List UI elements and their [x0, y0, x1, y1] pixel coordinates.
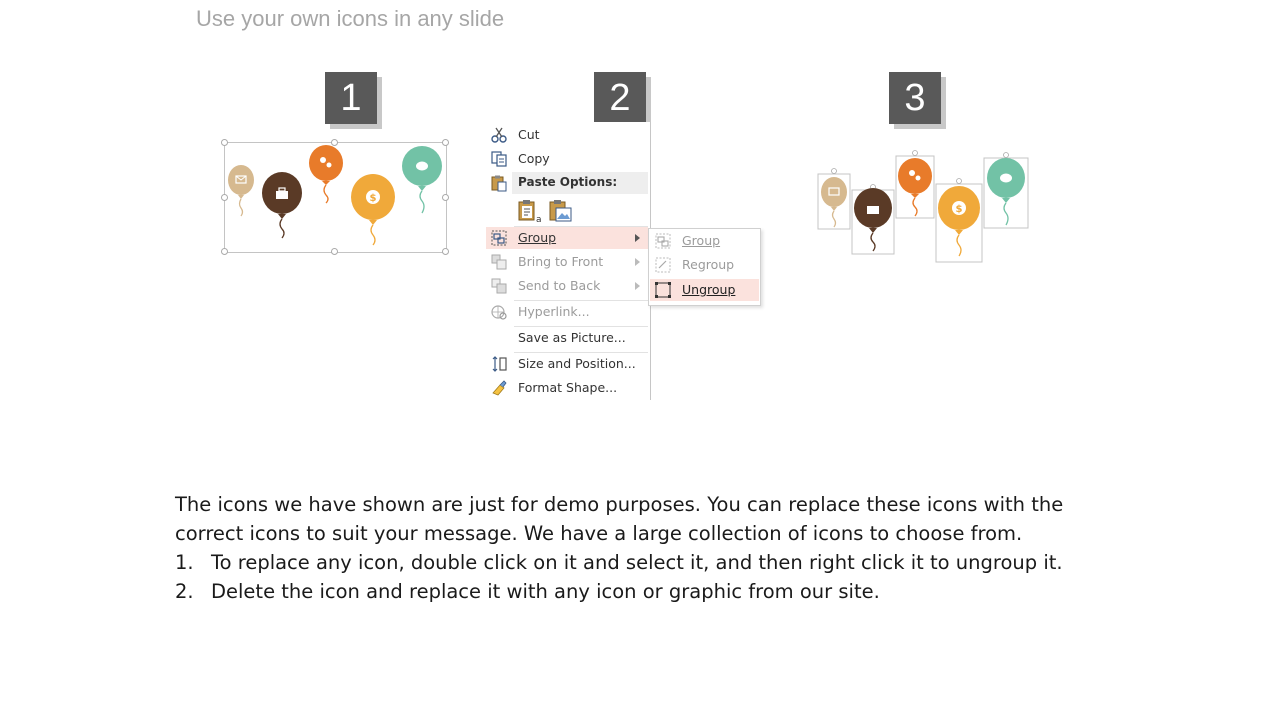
format-shape-icon [492, 380, 507, 396]
menu-item-format-shape[interactable]: Format Shape... [486, 377, 648, 399]
context-menu: Cut Copy Paste Options: a Group Bring to… [484, 122, 651, 400]
menu-item-size-and-position[interactable]: Size and Position... [486, 353, 648, 375]
submenu-arrow-icon [635, 234, 640, 242]
submenu-item-regroup[interactable]: Regroup [650, 254, 759, 276]
svg-text:$: $ [370, 193, 377, 204]
size-position-icon [492, 356, 507, 372]
menu-item-copy[interactable]: Copy [486, 148, 648, 170]
balloon-teal-brain[interactable] [987, 158, 1025, 226]
group-submenu: Group Regroup Ungroup [648, 228, 761, 306]
list-item: 2. Delete the icon and replace it with a… [175, 580, 880, 603]
svg-text:$: $ [956, 204, 963, 215]
paste-options-header: Paste Options: [512, 172, 648, 194]
menu-item-group[interactable]: Group [486, 227, 648, 249]
paste-keep-formatting-icon[interactable]: a [516, 198, 542, 224]
step-badge-1: 1 [325, 72, 377, 124]
menu-item-cut[interactable]: Cut [486, 124, 648, 146]
balloon-orange-gears[interactable] [898, 158, 932, 217]
balloon-group-3-ungrouped[interactable]: $ [812, 148, 1036, 268]
balloon-yellow-money[interactable]: $ [938, 186, 980, 257]
step-badge-2: 2 [594, 72, 646, 124]
balloon-beige-mail[interactable] [821, 177, 847, 228]
send-to-back-icon [491, 278, 507, 294]
balloon-brown-briefcase[interactable] [854, 188, 892, 252]
bring-to-front-icon [491, 254, 507, 270]
group-icon [655, 233, 671, 249]
regroup-icon [655, 257, 671, 273]
clipboard-icon [491, 175, 507, 192]
scissors-icon [491, 127, 507, 143]
copy-icon [491, 151, 507, 167]
balloon-group-1[interactable]: $ [220, 138, 452, 258]
svg-text:a: a [536, 215, 542, 224]
intro-paragraph: The icons we have shown are just for dem… [175, 493, 1064, 545]
submenu-arrow-icon [635, 282, 640, 290]
balloon-orange-gears[interactable] [309, 145, 343, 204]
balloon-yellow-money[interactable]: $ [351, 174, 395, 246]
slide-title: Use your own icons in any slide [196, 6, 505, 31]
paste-picture-icon[interactable] [548, 198, 574, 224]
ungroup-icon [655, 282, 671, 298]
instructions-text: The icons we have shown are just for dem… [175, 490, 1095, 606]
balloon-beige-mail[interactable] [228, 165, 254, 217]
balloon-teal-brain[interactable] [402, 146, 442, 214]
menu-item-save-as-picture[interactable]: Save as Picture... [486, 327, 648, 349]
menu-item-hyperlink[interactable]: Hyperlink... [486, 301, 648, 323]
submenu-item-group[interactable]: Group [650, 230, 759, 252]
submenu-arrow-icon [635, 258, 640, 266]
list-item: 1. To replace any icon, double click on … [175, 551, 1063, 574]
group-icon [491, 230, 507, 246]
submenu-item-ungroup[interactable]: Ungroup [650, 279, 759, 301]
menu-item-send-to-back[interactable]: Send to Back [486, 275, 648, 297]
step-badge-3: 3 [889, 72, 941, 124]
hyperlink-icon [491, 305, 507, 320]
menu-item-bring-to-front[interactable]: Bring to Front [486, 251, 648, 273]
balloon-brown-briefcase[interactable] [262, 172, 302, 239]
